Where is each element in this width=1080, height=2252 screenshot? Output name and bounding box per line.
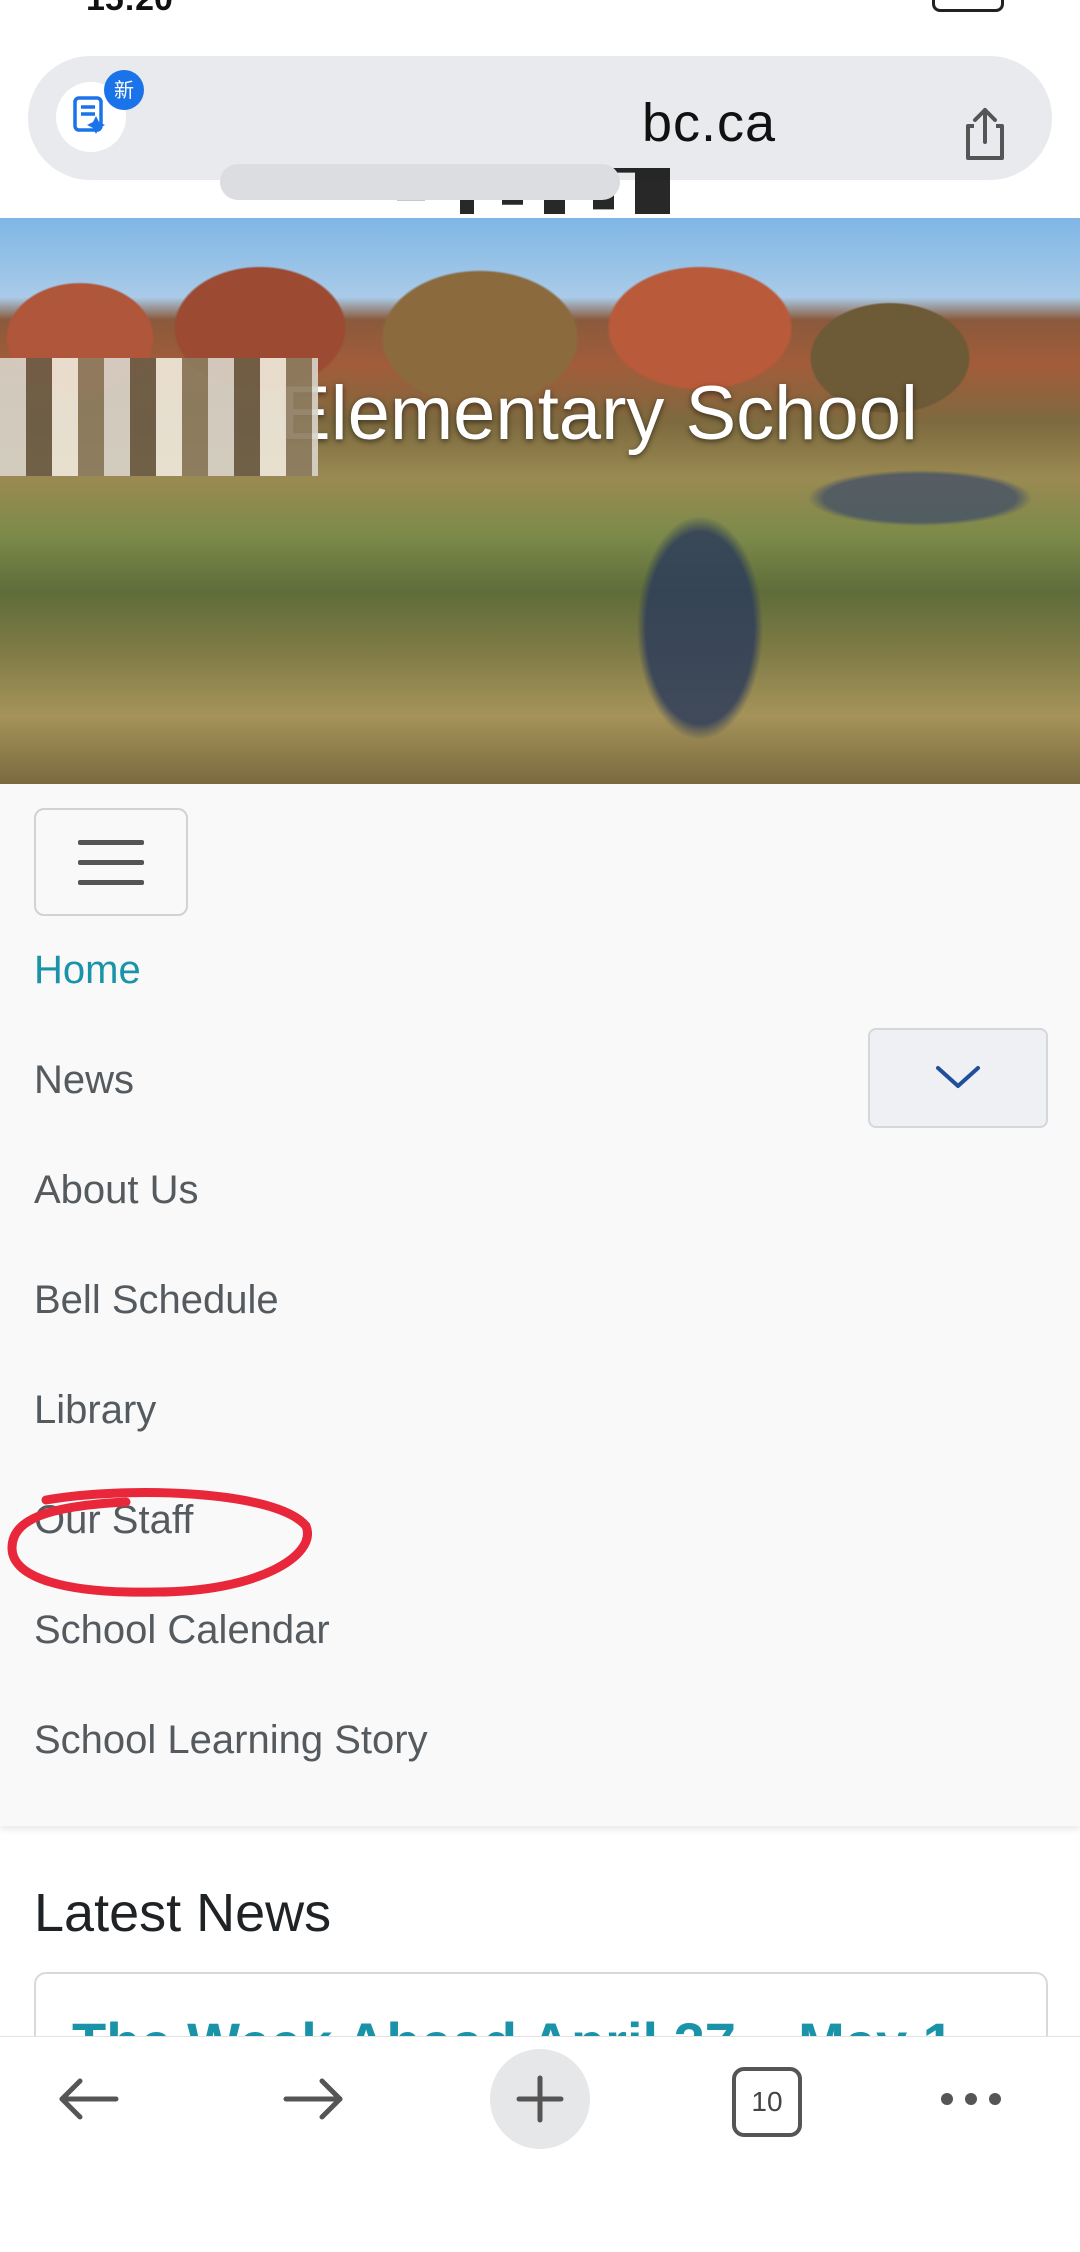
share-icon[interactable] bbox=[960, 106, 1010, 162]
status-bar: 15:20 bbox=[0, 0, 1080, 18]
browser-toolbar: 10 bbox=[0, 2036, 1080, 2252]
redaction-shadow bbox=[220, 164, 620, 200]
news-submenu-toggle[interactable] bbox=[868, 1028, 1048, 1128]
nav-link-news[interactable]: News bbox=[34, 1058, 134, 1103]
page-tools-button[interactable]: 新 bbox=[56, 70, 144, 152]
plus-icon bbox=[516, 2075, 564, 2123]
school-name: Elementary School bbox=[280, 371, 918, 456]
nav-link-about-us[interactable]: About Us bbox=[34, 1168, 199, 1213]
battery-icon bbox=[932, 0, 1004, 12]
url-text: bc.ca bbox=[642, 93, 777, 153]
chevron-down-icon bbox=[936, 1066, 980, 1088]
tab-switcher-button[interactable]: 10 bbox=[732, 2067, 802, 2137]
hamburger-line bbox=[78, 840, 144, 845]
forward-arrow-icon[interactable] bbox=[282, 2077, 346, 2121]
redacted-school-name bbox=[0, 358, 318, 476]
new-tab-button[interactable] bbox=[490, 2049, 590, 2149]
nav-link-bell-schedule[interactable]: Bell Schedule bbox=[34, 1278, 279, 1323]
address-bar[interactable]: 新 bc.ca bbox=[28, 56, 1052, 214]
latest-news-heading: Latest News bbox=[34, 1883, 332, 1943]
back-arrow-icon[interactable] bbox=[56, 2077, 120, 2121]
hero-banner: Elementary School bbox=[0, 218, 1080, 784]
nav-link-school-calendar[interactable]: School Calendar bbox=[34, 1608, 330, 1653]
nav-link-home[interactable]: Home bbox=[34, 948, 141, 993]
browser-header: 新 bc.ca bbox=[0, 14, 1080, 214]
nav-link-our-staff[interactable]: Our Staff bbox=[34, 1498, 193, 1543]
more-options-icon[interactable] bbox=[938, 2089, 1004, 2109]
nav-link-school-learning-story[interactable]: School Learning Story bbox=[34, 1718, 428, 1763]
menu-toggle-button[interactable] bbox=[34, 808, 188, 916]
new-badge: 新 bbox=[104, 70, 144, 110]
hamburger-line bbox=[78, 860, 144, 865]
hamburger-line bbox=[78, 880, 144, 885]
site-navigation: Home News About Us Bell Schedule Library… bbox=[0, 784, 1080, 1826]
nav-link-library[interactable]: Library bbox=[34, 1388, 156, 1433]
